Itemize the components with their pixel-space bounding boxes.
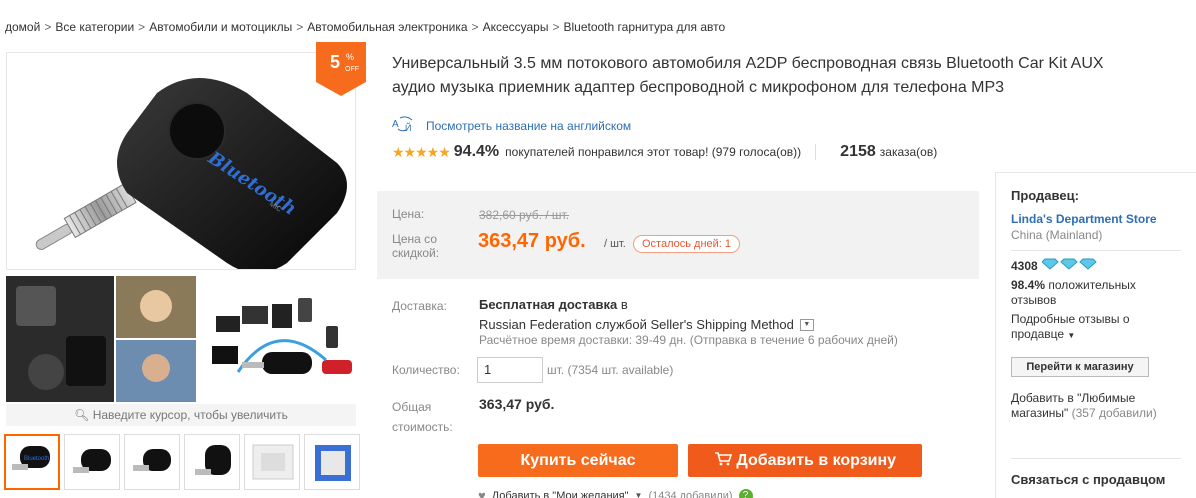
breadcrumb: домой > Все категории > Автомобили и мотоцик… [5, 20, 725, 34]
discount-off: OFF [345, 66, 359, 73]
svg-text:A: A [392, 119, 399, 130]
product-title-line1: Универсальный 3.5 мм потокового автомоби… [392, 55, 1104, 72]
discount-percent-sign: % [346, 52, 354, 62]
orders-text: заказа(ов) [879, 145, 938, 159]
thumbnail[interactable]: Bluetooth [4, 434, 60, 490]
breadcrumb-home[interactable]: домой [5, 20, 40, 34]
wishlist-link[interactable]: ♥ Добавить в "Мои желания" ▼ (1434 добав… [478, 488, 753, 498]
old-price-label: Цена: [392, 207, 425, 221]
discount-badge: 5 % OFF [316, 42, 366, 96]
rating-text[interactable]: покупателей понравился этот товар! (979 … [505, 145, 801, 159]
bluetooth-receiver-image: Bluetooth MIC [35, 78, 347, 269]
thumbnail[interactable] [304, 434, 360, 490]
zoom-hint-text: Наведите курсор, чтобы увеличить [92, 408, 288, 422]
add-to-cart-label: Добавить в корзину [736, 452, 897, 469]
go-to-store-button[interactable]: Перейти к магазину [1011, 357, 1149, 377]
quantity-input[interactable]: 1 [477, 357, 543, 383]
rating-percent: 94.4% [453, 143, 500, 160]
help-icon[interactable]: ? [738, 488, 753, 498]
shipping-free-bold: Бесплатная доставка [479, 297, 618, 312]
breadcrumb-sep: > [138, 20, 146, 34]
breadcrumb-bluetooth-headset[interactable]: Bluetooth гарнитура для авто [563, 20, 725, 34]
seller-score: 4308 [1011, 258, 1098, 273]
shipping-method-select[interactable]: Russian Federation службой Seller's Ship… [479, 317, 814, 332]
shipping-free-rest: в [620, 297, 628, 312]
chevron-down-icon[interactable]: ▼ [635, 491, 643, 498]
breadcrumb-sep: > [296, 20, 304, 34]
product-title: Универсальный 3.5 мм потокового автомоби… [392, 52, 1196, 100]
star-rating-icon: ★★★★★ [392, 143, 451, 160]
add-to-cart-button[interactable]: Добавить в корзину [688, 444, 922, 477]
quantity-label: Количество: [392, 363, 460, 377]
cart-icon [714, 452, 736, 469]
orders-count: 2158 [840, 143, 876, 160]
heart-icon: ♥ [478, 488, 486, 498]
svg-text:Bluetooth: Bluetooth [24, 456, 49, 462]
shipping-method-text: Russian Federation службой Seller's Ship… [479, 317, 794, 332]
thumbnail[interactable] [124, 434, 180, 490]
caret-down-icon: ▼ [1067, 331, 1076, 340]
chevron-down-icon[interactable]: ▼ [799, 318, 814, 331]
days-left-badge: Осталось дней: 1 [633, 235, 741, 253]
breadcrumb-sep: > [471, 20, 479, 34]
magnifier-icon: 🔍︎ [74, 408, 90, 422]
seller-positive-pct: 98.4% [1011, 278, 1046, 292]
buy-now-button[interactable]: Купить сейчас [478, 444, 678, 477]
breadcrumb-sep: > [44, 20, 52, 34]
translate-link[interactable]: AЙ Посмотреть название на английском [392, 116, 631, 135]
rating-row: ★★★★★ 94.4% покупателей понравился этот … [392, 143, 937, 161]
quantity-available: шт. (7354 шт. available) [547, 363, 674, 377]
thumbnail[interactable] [184, 434, 240, 490]
shipping-free: Бесплатная доставка в [479, 297, 628, 312]
zoom-hint: 🔍︎ Наведите курсор, чтобы увеличить [6, 404, 356, 426]
old-price: 382,60 руб. / шт. [479, 208, 570, 222]
discount-price-label: Цена со скидкой: [392, 232, 440, 260]
divider [1011, 458, 1181, 459]
shipping-time: Расчётное время доставки: 39-49 дн. (Отп… [479, 333, 898, 347]
thumbnail-strip: Bluetooth [4, 434, 360, 490]
wishlist-count: (1434 добавили) [648, 489, 733, 498]
main-product-image[interactable]: Bluetooth MIC [6, 52, 356, 270]
breadcrumb-accessories[interactable]: Аксессуары [483, 20, 549, 34]
seller-title: Продавец: [1011, 188, 1079, 203]
seller-positive-feedback: 98.4% положительных отзывов [1011, 278, 1181, 308]
diamond-rank-icon [1040, 258, 1098, 273]
total-value: 363,47 руб. [479, 396, 555, 412]
price-per-unit: / шт. [604, 238, 626, 250]
breadcrumb-auto-electronics[interactable]: Автомобильная электроника [307, 20, 467, 34]
divider [815, 144, 817, 160]
add-favorite-count: (357 добавили) [1071, 406, 1157, 420]
add-favorite-store[interactable]: Добавить в "Любимые магазины" (357 добав… [1011, 391, 1191, 421]
discount-percent: 5 [330, 52, 340, 72]
translate-icon: AЙ [392, 116, 418, 135]
breadcrumb-auto-moto[interactable]: Автомобили и мотоциклы [149, 20, 292, 34]
wishlist-text[interactable]: Добавить в "Мои желания" [492, 490, 629, 498]
seller-detailed-feedback[interactable]: Подробные отзывы о продавце ▼ [1011, 312, 1181, 343]
thumbnail[interactable] [64, 434, 120, 490]
breadcrumb-all-categories[interactable]: Все категории [55, 20, 134, 34]
total-label: Общая стоимость: [392, 400, 453, 434]
product-title-line2: аудио музыка приемник адаптер беспроводн… [392, 79, 1005, 96]
contact-seller-title: Связаться с продавцом [1011, 472, 1166, 487]
product-collage-image [6, 276, 356, 402]
divider [1011, 250, 1181, 251]
seller-store-link[interactable]: Linda's Department Store [1011, 212, 1157, 226]
breadcrumb-sep: > [552, 20, 560, 34]
thumbnail[interactable] [244, 434, 300, 490]
translate-link-text[interactable]: Посмотреть название на английском [426, 119, 631, 133]
discount-price: 363,47 руб. [478, 230, 586, 252]
shipping-label: Доставка: [392, 299, 447, 313]
seller-score-value: 4308 [1011, 258, 1038, 273]
seller-country: China (Mainland) [1011, 228, 1103, 242]
